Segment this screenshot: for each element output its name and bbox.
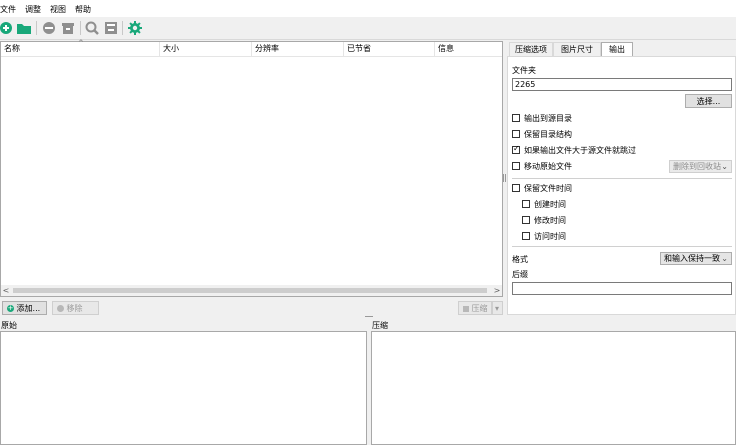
menu-adjust[interactable]: 调整 (25, 4, 41, 15)
skip-larger-checkbox[interactable] (512, 144, 520, 154)
skip-larger-label[interactable]: 如果输出文件大于源文件就跳过 (524, 145, 636, 156)
chevron-down-icon: ⌄ (721, 254, 728, 263)
format-value: 和输入保持一致 (664, 254, 720, 263)
add-button[interactable]: + 添加... (2, 301, 47, 315)
remove-button-label: 移除 (66, 304, 83, 313)
sort-caret-icon: ^ (78, 39, 84, 47)
menu-file[interactable]: 文件 (0, 4, 16, 15)
accessed-time-label[interactable]: 访问时间 (534, 231, 566, 242)
keep-file-time-checkbox[interactable] (512, 184, 520, 192)
chevron-down-icon: ⌄ (721, 162, 728, 171)
created-time-label[interactable]: 创建时间 (534, 199, 566, 210)
add-button-label: 添加... (16, 304, 41, 313)
tab-compress-options[interactable]: 压缩选项 (509, 42, 553, 56)
tab-output[interactable]: 输出 (601, 42, 633, 57)
column-info[interactable]: 信息 (435, 42, 502, 56)
modified-time-checkbox[interactable] (522, 216, 530, 224)
splitter-handle[interactable] (503, 174, 506, 182)
folder-icon[interactable] (16, 20, 32, 36)
move-original-label[interactable]: 移动原始文件 (524, 161, 572, 172)
output-panel: 文件夹 2265 选择... 输出到源目录 保留目录结构 如果输出文件大于源文件… (507, 56, 736, 315)
original-label: 原始 (1, 321, 17, 330)
move-target-value: 删除到回收站 (673, 162, 721, 171)
archive-out-icon[interactable] (103, 20, 119, 36)
compressed-preview (371, 331, 736, 445)
move-original-checkbox[interactable] (512, 162, 520, 170)
tab-image-size[interactable]: 图片尺寸 (553, 42, 601, 56)
gear-icon[interactable] (127, 20, 143, 36)
scroll-right-icon[interactable]: > (492, 285, 502, 296)
compress-dropdown-icon[interactable]: ▾ (492, 301, 503, 315)
format-label: 格式 (512, 255, 528, 264)
column-size[interactable]: 大小 (160, 42, 252, 56)
add-small-icon: + (7, 304, 14, 312)
folder-field[interactable]: 2265 (512, 78, 732, 91)
archive-icon[interactable] (60, 20, 76, 36)
folder-label: 文件夹 (512, 66, 536, 75)
keep-file-time-label[interactable]: 保留文件时间 (524, 183, 572, 194)
output-to-source-checkbox[interactable] (512, 114, 520, 122)
output-to-source-label[interactable]: 输出到源目录 (524, 113, 572, 124)
accessed-time-checkbox[interactable] (522, 232, 530, 240)
search-icon[interactable] (84, 20, 100, 36)
divider (512, 246, 732, 247)
tab-bar: 压缩选项 图片尺寸 输出 (507, 42, 736, 57)
menu-help[interactable]: 帮助 (75, 4, 91, 15)
file-list-header: 名称 ^ 大小 分辨率 已节省 信息 (1, 39, 502, 57)
add-icon[interactable] (0, 20, 16, 36)
horizontal-scrollbar[interactable]: < > (1, 285, 502, 296)
keep-dir-structure-label[interactable]: 保留目录结构 (524, 129, 572, 140)
keep-dir-structure-checkbox[interactable] (512, 130, 520, 138)
compressed-label: 压缩 (372, 321, 388, 330)
divider (512, 178, 732, 179)
scrollbar-thumb[interactable] (13, 288, 487, 293)
splitter-handle[interactable] (365, 316, 373, 317)
modified-time-label[interactable]: 修改时间 (534, 215, 566, 226)
suffix-label: 后缀 (512, 270, 528, 279)
suffix-field[interactable] (512, 282, 732, 295)
file-list[interactable]: 名称 ^ 大小 分辨率 已节省 信息 < > (0, 39, 503, 297)
menu-view[interactable]: 视图 (50, 4, 66, 15)
remove-button[interactable]: 移除 (52, 301, 99, 315)
created-time-checkbox[interactable] (522, 200, 530, 208)
toolbar-divider (36, 21, 37, 35)
column-resolution[interactable]: 分辨率 (252, 42, 344, 56)
compress-button-label: 压缩 (471, 304, 488, 313)
format-select[interactable]: 和输入保持一致 ⌄ (660, 252, 732, 265)
toolbar (0, 17, 736, 40)
move-target-select[interactable]: 删除到回收站 ⌄ (669, 160, 732, 173)
choose-folder-button[interactable]: 选择... (685, 94, 732, 108)
remove-small-icon (57, 305, 64, 312)
compress-button[interactable]: 压缩 (458, 301, 492, 315)
toolbar-divider (80, 21, 81, 35)
scroll-left-icon[interactable]: < (1, 285, 11, 296)
compress-small-icon (463, 305, 469, 312)
toolbar-divider (122, 21, 123, 35)
remove-icon[interactable] (41, 20, 57, 36)
original-preview (0, 331, 367, 445)
menu-bar: 文件 调整 视图 帮助 (0, 0, 736, 17)
column-saved[interactable]: 已节省 (344, 42, 435, 56)
